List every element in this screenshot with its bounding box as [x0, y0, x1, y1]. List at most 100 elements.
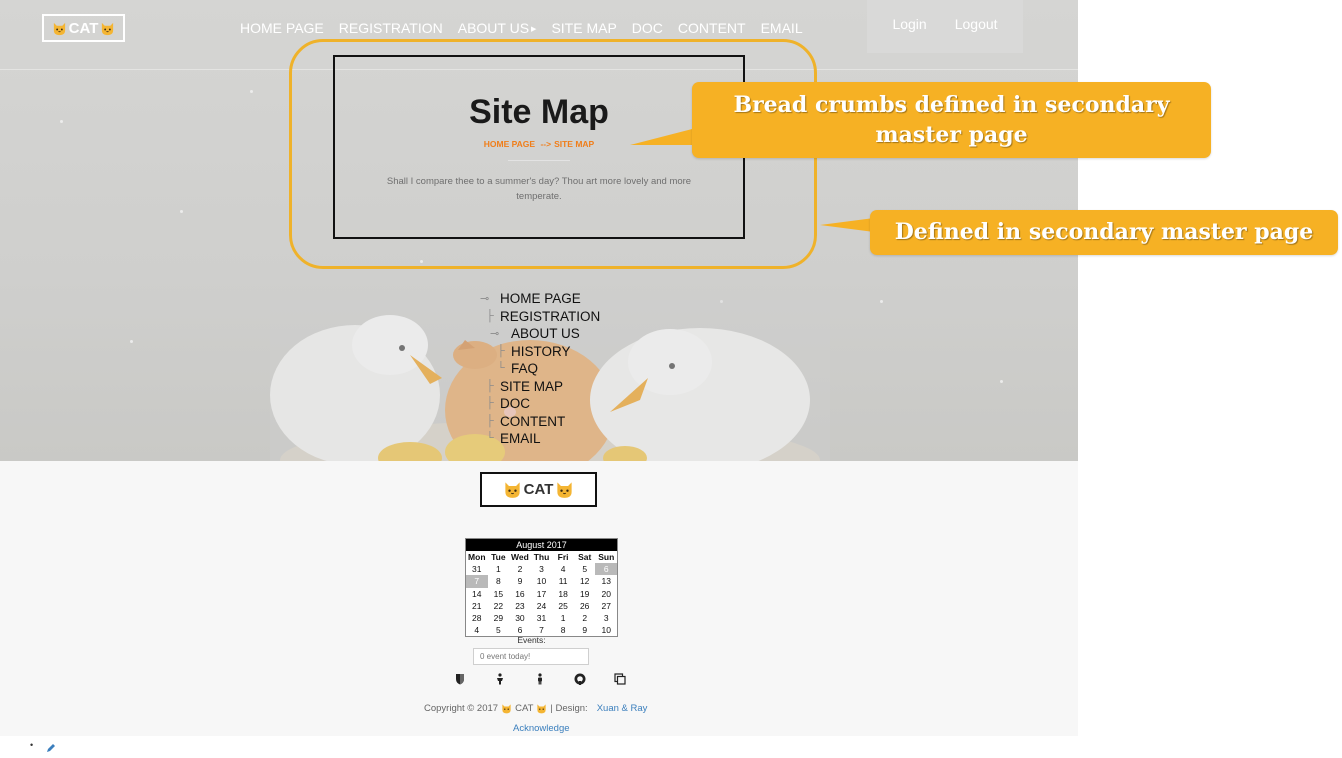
tree-item-history[interactable]: HISTORY	[511, 344, 571, 359]
copyright-prefix: Copyright © 2017	[424, 703, 499, 714]
design-label: | Design:	[550, 703, 588, 714]
events-label: Events:	[517, 635, 546, 645]
calendar-day[interactable]: 3	[531, 563, 553, 575]
logout-link[interactable]: Logout	[955, 16, 998, 32]
person-icon[interactable]	[494, 673, 506, 685]
calendar-day[interactable]: 2	[509, 563, 531, 575]
annotation-callout-breadcrumbs: Bread crumbs defined in secondary master…	[692, 82, 1211, 158]
calendar-day[interactable]: 10	[595, 624, 617, 636]
calendar-day[interactable]: 1	[552, 612, 574, 624]
calendar-week-row: 14 15 16 17 18 19 20	[466, 588, 617, 600]
calendar-day[interactable]: 9	[509, 575, 531, 587]
calendar-day[interactable]: 27	[595, 600, 617, 612]
calendar-day[interactable]: 18	[552, 588, 574, 600]
cat-emoji-icon	[536, 703, 547, 714]
list-bullet: •	[30, 740, 34, 750]
nav-doc[interactable]: DOC	[632, 20, 663, 36]
calendar-day[interactable]: 31	[466, 563, 488, 575]
shield-icon[interactable]	[454, 673, 466, 685]
calendar-day[interactable]: 12	[574, 575, 596, 587]
calendar-day[interactable]: 11	[552, 575, 574, 587]
calendar-day[interactable]: 29	[488, 612, 510, 624]
calendar-day[interactable]: 24	[531, 600, 553, 612]
person-icon[interactable]	[534, 673, 546, 685]
calendar-week-row: 31 1 2 3 4 5 6	[466, 563, 618, 576]
weekday-label: Thu	[533, 552, 550, 562]
calendar-day[interactable]: 26	[574, 600, 596, 612]
github-icon[interactable]	[574, 673, 586, 685]
tree-item-doc[interactable]: DOC	[500, 396, 530, 411]
weekday-label: Mon	[468, 552, 486, 562]
weekday-label: Fri	[557, 552, 569, 562]
calendar-day[interactable]: 15	[488, 588, 510, 600]
calendar-day[interactable]: 28	[466, 612, 488, 624]
calendar-day[interactable]: 30	[509, 612, 531, 624]
breadcrumb-current: SITE MAP	[554, 139, 595, 149]
tree-item-registration[interactable]: REGISTRATION	[500, 309, 600, 324]
calendar-day[interactable]: 17	[531, 588, 553, 600]
calendar-day[interactable]: 4	[552, 563, 574, 575]
calendar-day[interactable]: 2	[574, 612, 596, 624]
calendar-week-row: 21 22 23 24 25 26 27	[466, 600, 617, 612]
calendar-day[interactable]: 10	[531, 575, 553, 587]
cat-emoji-icon	[501, 703, 512, 714]
events-field[interactable]: 0 event today!	[473, 648, 589, 665]
calendar-month-title: August 2017	[466, 539, 617, 551]
weekday-label: Sat	[578, 552, 592, 562]
pencil-edit-icon[interactable]	[46, 740, 56, 752]
copyright: Copyright © 2017 CAT | Design: Xuan & Ra…	[424, 703, 647, 714]
page-title: Site Map	[469, 93, 609, 131]
main-nav: HOME PAGE REGISTRATION ABOUT US ▶ SITE MA…	[240, 20, 803, 36]
calendar-day[interactable]: 3	[595, 612, 617, 624]
calendar-day[interactable]: 14	[466, 588, 488, 600]
nav-home[interactable]: HOME PAGE	[240, 20, 324, 36]
social-icons	[454, 673, 626, 685]
calendar-day[interactable]: 19	[574, 588, 596, 600]
breadcrumb-separator: -->	[540, 139, 552, 149]
tree-item-faq[interactable]: FAQ	[511, 361, 538, 376]
footer-logo[interactable]: CAT	[480, 472, 597, 507]
calendar-day[interactable]: 13	[595, 575, 617, 587]
tree-item-content[interactable]: CONTENT	[500, 414, 565, 429]
weekday-label: Sun	[598, 552, 615, 562]
calendar-day[interactable]: 20	[595, 588, 617, 600]
calendar-day[interactable]: 21	[466, 600, 488, 612]
calendar-day-selected[interactable]: 7	[466, 575, 488, 588]
nav-about-us[interactable]: ABOUT US ▶	[458, 20, 537, 36]
footer-logo-text: CAT	[523, 481, 554, 498]
tree-item-about-us[interactable]: ABOUT US	[511, 326, 580, 341]
calendar-day[interactable]: 16	[509, 588, 531, 600]
site-logo[interactable]: CAT	[42, 14, 125, 42]
calendar-day[interactable]: 23	[509, 600, 531, 612]
calendar-day[interactable]: 22	[488, 600, 510, 612]
calendar-day[interactable]: 5	[574, 563, 596, 575]
designer-link[interactable]: Xuan & Ray	[597, 703, 648, 714]
calendar-day[interactable]: 1	[488, 563, 510, 575]
banner-quote: Shall I compare thee to a summer's day? …	[386, 176, 692, 202]
tree-item-home[interactable]: HOME PAGE	[500, 291, 581, 306]
title-underline	[508, 160, 570, 161]
calendar-day[interactable]: 31	[531, 612, 553, 624]
nav-content[interactable]: CONTENT	[678, 20, 746, 36]
calendar-day[interactable]: 8	[488, 575, 510, 587]
cat-emoji-icon	[555, 480, 574, 499]
auth-panel: Login Logout	[867, 0, 1023, 53]
annotation-callout-secondary-master: Defined in secondary master page	[870, 210, 1338, 255]
weekday-label: Wed	[511, 552, 529, 562]
cat-emoji-icon	[503, 480, 522, 499]
acknowledge-link[interactable]: Acknowledge	[513, 723, 570, 734]
breadcrumb: HOME PAGE --> SITE MAP	[333, 139, 745, 149]
weekday-label: Tue	[491, 552, 506, 562]
calendar-day[interactable]: 25	[552, 600, 574, 612]
calendar-day-weekend-highlight[interactable]: 6	[595, 563, 618, 576]
login-link[interactable]: Login	[892, 16, 926, 32]
nav-site-map[interactable]: SITE MAP	[551, 20, 616, 36]
calendar-widget: August 2017 Mon Tue Wed Thu Fri Sat Sun …	[465, 538, 618, 638]
copy-icon[interactable]	[614, 673, 626, 685]
tree-item-email[interactable]: EMAIL	[500, 431, 541, 446]
nav-registration[interactable]: REGISTRATION	[339, 20, 443, 36]
tree-item-site-map[interactable]: SITE MAP	[500, 379, 563, 394]
breadcrumb-home[interactable]: HOME PAGE	[484, 139, 535, 149]
calendar-week-row: 7 8 9 10 11 12 13	[466, 575, 617, 588]
nav-email[interactable]: EMAIL	[761, 20, 803, 36]
